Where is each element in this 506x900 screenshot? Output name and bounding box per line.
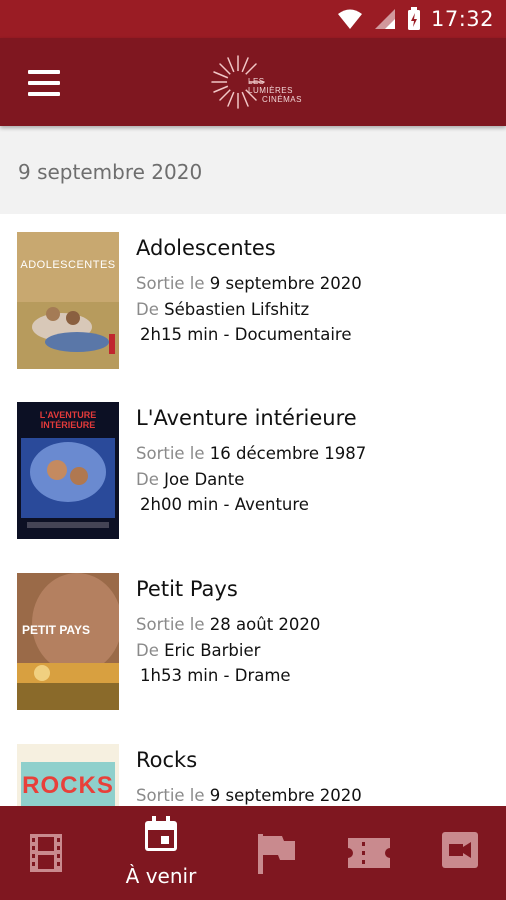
release-line: Sortie le 28 août 2020 <box>136 615 320 634</box>
release-label: Sortie le <box>136 786 205 805</box>
director-line: De Sébastien Lifshitz <box>136 300 309 319</box>
director-line: De Joe Dante <box>136 470 244 489</box>
calendar-icon <box>145 816 177 851</box>
movie-title: Rocks <box>136 748 198 772</box>
movie-poster[interactable]: L'AVENTURE INTÉRIEURE <box>17 402 119 539</box>
logo-line1: LES LUMIÈRES <box>248 77 293 95</box>
poster-text: L'AVENTURE INTÉRIEURE <box>39 410 97 430</box>
date-section-header: 9 septembre 2020 <box>0 126 506 214</box>
nav-video[interactable] <box>414 806 506 900</box>
release-date: 9 septembre 2020 <box>209 274 362 293</box>
movie-poster[interactable]: ROCKS <box>17 744 119 806</box>
movie-item[interactable]: L'AVENTURE INTÉRIEURE L'Aventure intérie… <box>0 384 506 554</box>
movie-info: 1h53 min - Drame <box>140 666 291 685</box>
director-name: Sébastien Lifshitz <box>164 300 310 319</box>
app-bar: LES LUMIÈRES CINÉMAS <box>0 38 506 126</box>
movie-title: Petit Pays <box>136 577 238 601</box>
poster-text: ROCKS <box>22 772 114 799</box>
movie-item[interactable]: ADOLESCENTES Adolescentes Sortie le 9 se… <box>0 214 506 384</box>
wifi-icon <box>337 9 362 29</box>
status-bar: 17:32 <box>0 0 506 38</box>
app-logo: LES LUMIÈRES CINÉMAS <box>208 52 304 112</box>
release-line: Sortie le 9 septembre 2020 <box>136 786 362 805</box>
status-time: 17:32 <box>430 7 494 31</box>
movie-poster[interactable]: PETIT PAYS <box>17 573 119 710</box>
movie-info: 2h15 min - Documentaire <box>140 325 352 344</box>
director-name: Eric Barbier <box>164 641 261 660</box>
release-line: Sortie le 16 décembre 1987 <box>136 444 366 463</box>
director-label: De <box>136 300 159 319</box>
flag-icon <box>258 834 295 874</box>
release-label: Sortie le <box>136 274 205 293</box>
movie-title: Adolescentes <box>136 236 276 260</box>
director-name: Joe Dante <box>164 470 245 489</box>
bottom-navigation: À venir <box>0 806 506 900</box>
section-date: 9 septembre 2020 <box>18 160 203 184</box>
nav-films[interactable] <box>0 806 92 900</box>
movie-item[interactable]: PETIT PAYS Petit Pays Sortie le 28 août … <box>0 555 506 725</box>
release-label: Sortie le <box>136 615 205 634</box>
director-label: De <box>136 470 159 489</box>
movie-info: 2h00 min - Aventure <box>140 495 309 514</box>
ticket-icon <box>348 838 390 868</box>
film-icon <box>30 834 62 872</box>
nav-events[interactable] <box>228 806 324 900</box>
nav-tickets[interactable] <box>324 806 414 900</box>
battery-charging-icon <box>407 7 420 30</box>
movie-list[interactable]: ADOLESCENTES Adolescentes Sortie le 9 se… <box>0 214 506 806</box>
movie-poster[interactable]: ADOLESCENTES <box>17 232 119 369</box>
movie-title: L'Aventure intérieure <box>136 406 357 430</box>
video-call-icon <box>442 832 478 868</box>
poster-text: PETIT PAYS <box>21 623 91 637</box>
release-date: 28 août 2020 <box>209 615 321 634</box>
menu-icon[interactable] <box>28 70 62 96</box>
poster-text: ADOLESCENTES <box>20 259 116 271</box>
release-date: 9 septembre 2020 <box>209 786 362 805</box>
director-line: De Eric Barbier <box>136 641 260 660</box>
logo-line2: CINÉMAS <box>262 95 302 104</box>
signal-icon <box>374 9 395 29</box>
movie-item[interactable]: ROCKS Rocks Sortie le 9 septembre 2020 <box>0 726 506 806</box>
nav-upcoming-label: À venir <box>125 864 197 888</box>
release-line: Sortie le 9 septembre 2020 <box>136 274 362 293</box>
release-label: Sortie le <box>136 444 205 463</box>
release-date: 16 décembre 1987 <box>209 444 367 463</box>
nav-upcoming[interactable]: À venir <box>110 806 212 900</box>
director-label: De <box>136 641 159 660</box>
